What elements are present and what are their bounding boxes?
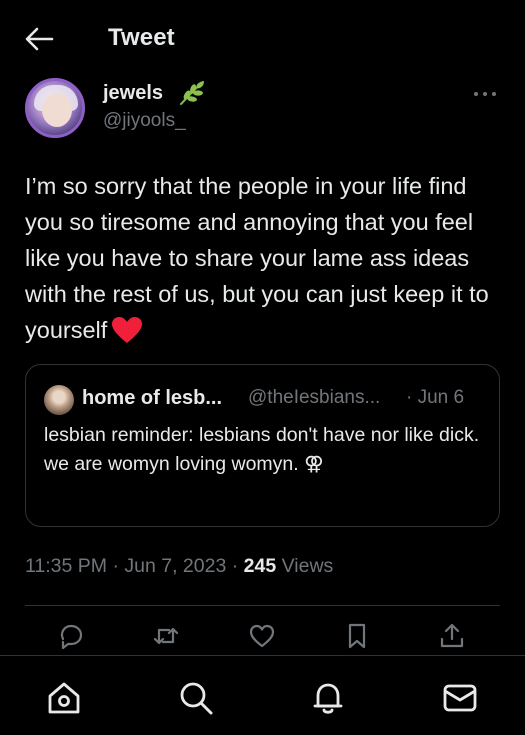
quoted-tweet[interactable]: home of lesb... @theIesbians... · Jun 6 … bbox=[25, 364, 500, 527]
arrow-left-icon bbox=[25, 27, 54, 51]
page-title: Tweet bbox=[108, 24, 175, 51]
nav-home[interactable] bbox=[46, 680, 82, 716]
views-label: Views bbox=[281, 555, 334, 577]
meta-separator: · bbox=[231, 555, 239, 577]
quoted-text-line: we are womyn loving womyn. ⚢ bbox=[44, 453, 324, 475]
tweet-text: I’m so sorry that the people in your lif… bbox=[25, 168, 503, 348]
nav-search[interactable] bbox=[178, 680, 214, 716]
more-options-button[interactable] bbox=[471, 86, 501, 102]
search-icon bbox=[180, 682, 213, 715]
tweet-actions bbox=[0, 622, 525, 656]
tweet-author: jewels @jiyools_ bbox=[25, 78, 505, 142]
meta-separator: · bbox=[112, 555, 119, 577]
tweet-date[interactable]: Jun 7, 2023 bbox=[124, 555, 226, 577]
reply-icon bbox=[60, 624, 83, 650]
tweet-time[interactable]: 11:35 PM bbox=[25, 555, 107, 577]
more-dot-icon bbox=[492, 92, 496, 96]
bookmark-icon bbox=[348, 623, 366, 649]
herb-icon bbox=[179, 80, 205, 106]
like-button[interactable] bbox=[248, 622, 278, 656]
bookmark-button[interactable] bbox=[343, 622, 373, 656]
author-display-name[interactable]: jewels bbox=[103, 82, 163, 105]
quoted-text-line: lesbian reminder: lesbians don't have no… bbox=[44, 424, 480, 446]
reply-button[interactable] bbox=[57, 622, 87, 656]
red-heart-icon bbox=[112, 317, 143, 343]
views-count: 245 bbox=[243, 555, 277, 577]
top-header: Tweet bbox=[0, 0, 525, 78]
author-avatar[interactable] bbox=[25, 78, 85, 138]
tweet-body: I’m so sorry that the people in your lif… bbox=[25, 173, 489, 343]
quoted-author-handle: @theIesbians... bbox=[248, 387, 381, 408]
quoted-tweet-date: · Jun 6 bbox=[406, 387, 465, 408]
more-dot-icon bbox=[483, 92, 487, 96]
notifications-icon bbox=[313, 683, 343, 714]
tweet-meta: 11:35 PM · Jun 7, 2023 · 245 Views bbox=[25, 555, 333, 578]
quoted-tweet-text: lesbian reminder: lesbians don't have no… bbox=[44, 421, 489, 479]
quoted-author-avatar bbox=[44, 385, 74, 415]
like-icon bbox=[249, 624, 275, 648]
bottom-navigation bbox=[0, 655, 525, 735]
home-icon bbox=[48, 682, 80, 714]
share-icon bbox=[440, 623, 464, 648]
nav-messages[interactable] bbox=[442, 680, 478, 716]
tweet-page: Tweet jewels @jiyools_ I’m so sorry that… bbox=[0, 0, 525, 735]
retweet-icon bbox=[153, 627, 179, 645]
nav-notifications[interactable] bbox=[310, 680, 346, 716]
divider bbox=[25, 605, 500, 606]
more-dot-icon bbox=[474, 92, 478, 96]
share-button[interactable] bbox=[438, 622, 468, 656]
quoted-author-name: home of lesb... bbox=[82, 387, 223, 409]
back-button[interactable] bbox=[22, 24, 56, 54]
retweet-button[interactable] bbox=[152, 622, 182, 656]
author-handle[interactable]: @jiyools_ bbox=[103, 110, 186, 132]
messages-icon bbox=[443, 684, 477, 712]
